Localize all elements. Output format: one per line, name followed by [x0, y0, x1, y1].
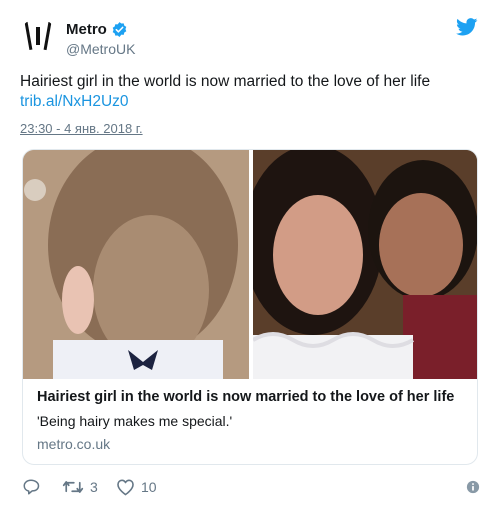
- card-domain: metro.co.uk: [37, 436, 111, 452]
- card-photo-right: [243, 150, 477, 379]
- retweet-count: 3: [90, 479, 98, 495]
- card-photo-left: [23, 150, 249, 380]
- tweet-timestamp[interactable]: 23:30 - 4 янв. 2018 г.: [20, 121, 143, 136]
- card-title: Hairiest girl in the world is now marrie…: [37, 389, 455, 405]
- metro-logo-icon: [24, 21, 52, 51]
- info-icon[interactable]: [466, 480, 480, 499]
- reply-button[interactable]: [22, 478, 40, 496]
- author-avatar[interactable]: [20, 18, 56, 54]
- card-body: Hairiest girl in the world is now marrie…: [37, 388, 467, 452]
- embedded-tweet: Metro @MetroUK Hairiest girl in the worl…: [0, 0, 498, 512]
- twitter-bird-icon[interactable]: [456, 18, 478, 36]
- tweet-actions: 3 10: [20, 478, 480, 500]
- like-count: 10: [141, 479, 157, 495]
- tweet-text-block: Hairiest girl in the world is now marrie…: [20, 72, 480, 112]
- reply-icon: [22, 478, 40, 496]
- author-display-name[interactable]: Metro: [66, 21, 107, 38]
- like-button[interactable]: 10: [116, 478, 157, 496]
- heart-icon: [116, 478, 135, 496]
- card-image: [23, 150, 477, 380]
- retweet-icon: [62, 478, 84, 496]
- tweet-link[interactable]: trib.al/NxH2Uz0: [20, 92, 480, 112]
- retweet-button[interactable]: 3: [62, 478, 98, 496]
- link-preview-card[interactable]: Hairiest girl in the world is now marrie…: [22, 149, 478, 465]
- author-handle[interactable]: @MetroUK: [66, 41, 135, 57]
- author-block: Metro @MetroUK: [66, 21, 135, 57]
- tweet-text: Hairiest girl in the world is now marrie…: [20, 73, 431, 90]
- verified-badge-icon: [111, 21, 128, 38]
- card-description: 'Being hairy makes me special.': [37, 413, 233, 429]
